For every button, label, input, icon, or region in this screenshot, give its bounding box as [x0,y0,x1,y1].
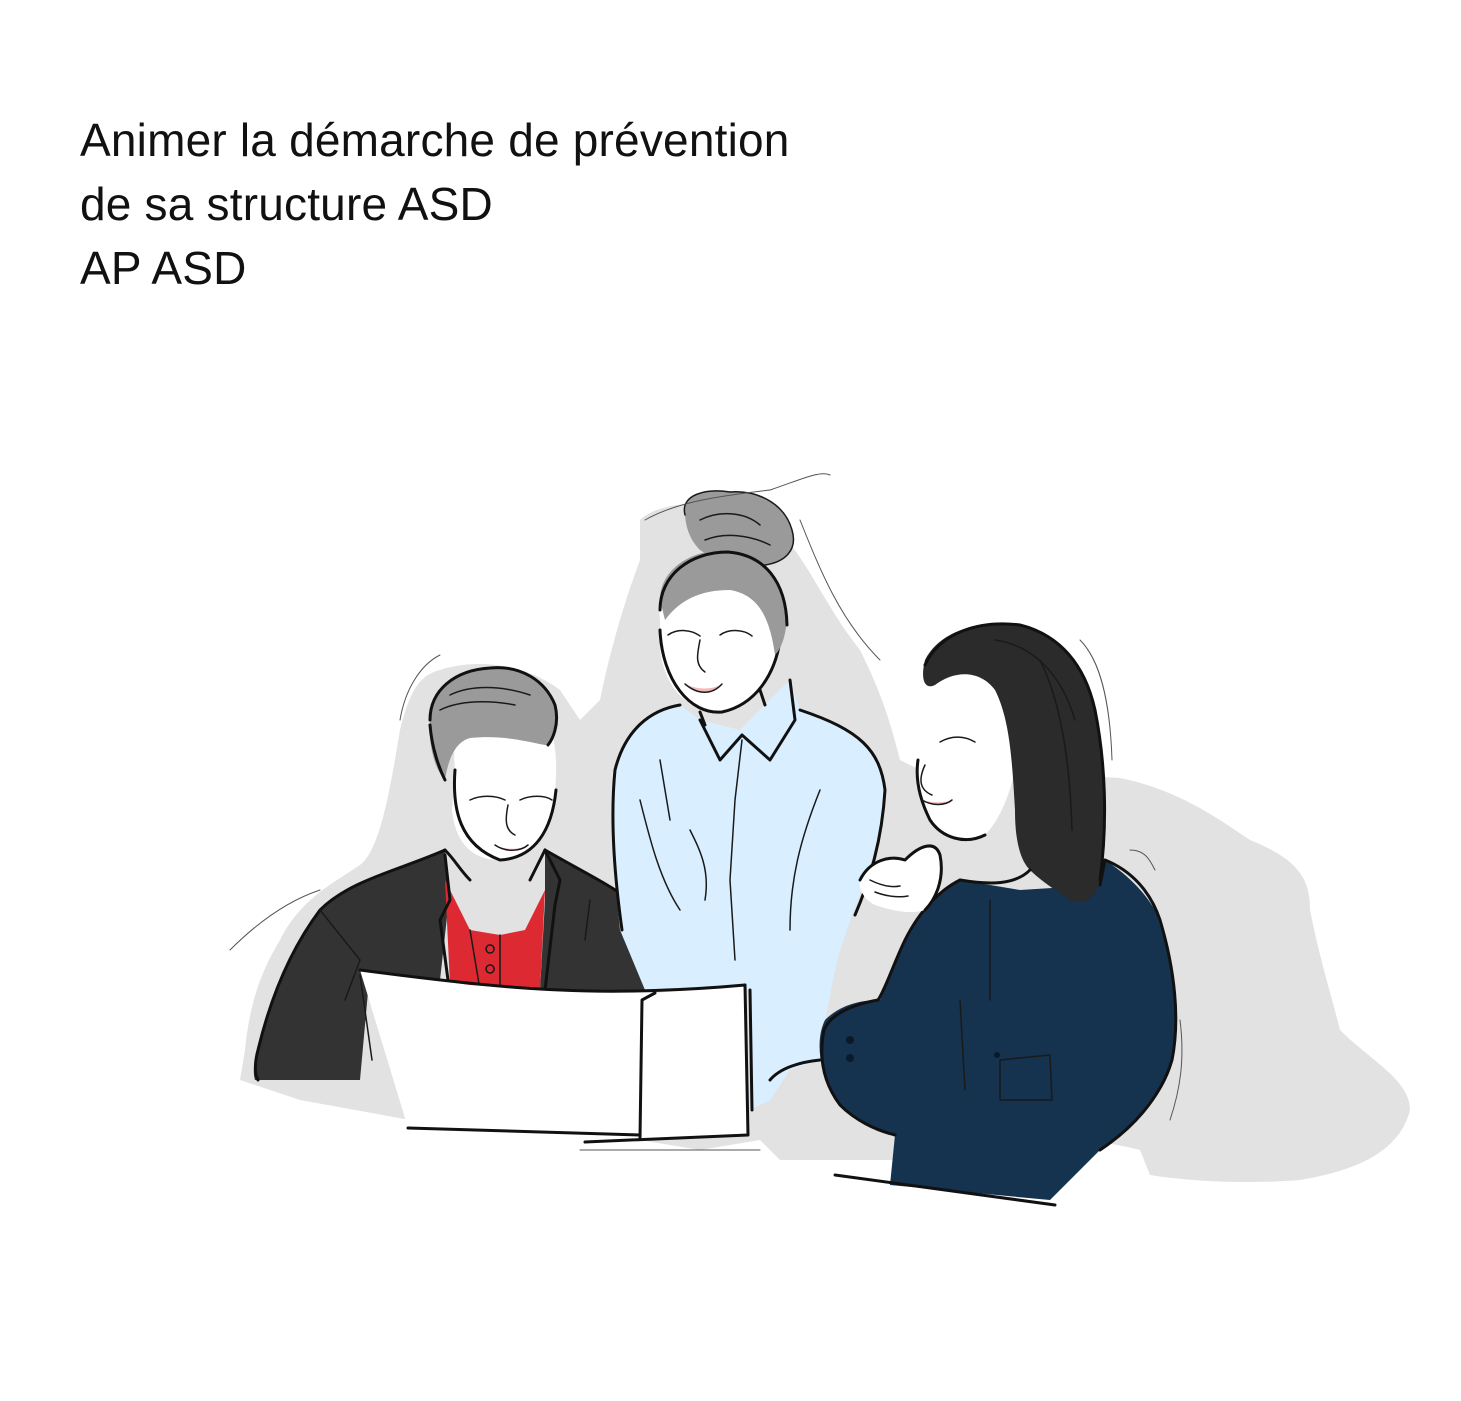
laptop [358,968,750,1144]
team-meeting-illustration [229,473,1410,1207]
